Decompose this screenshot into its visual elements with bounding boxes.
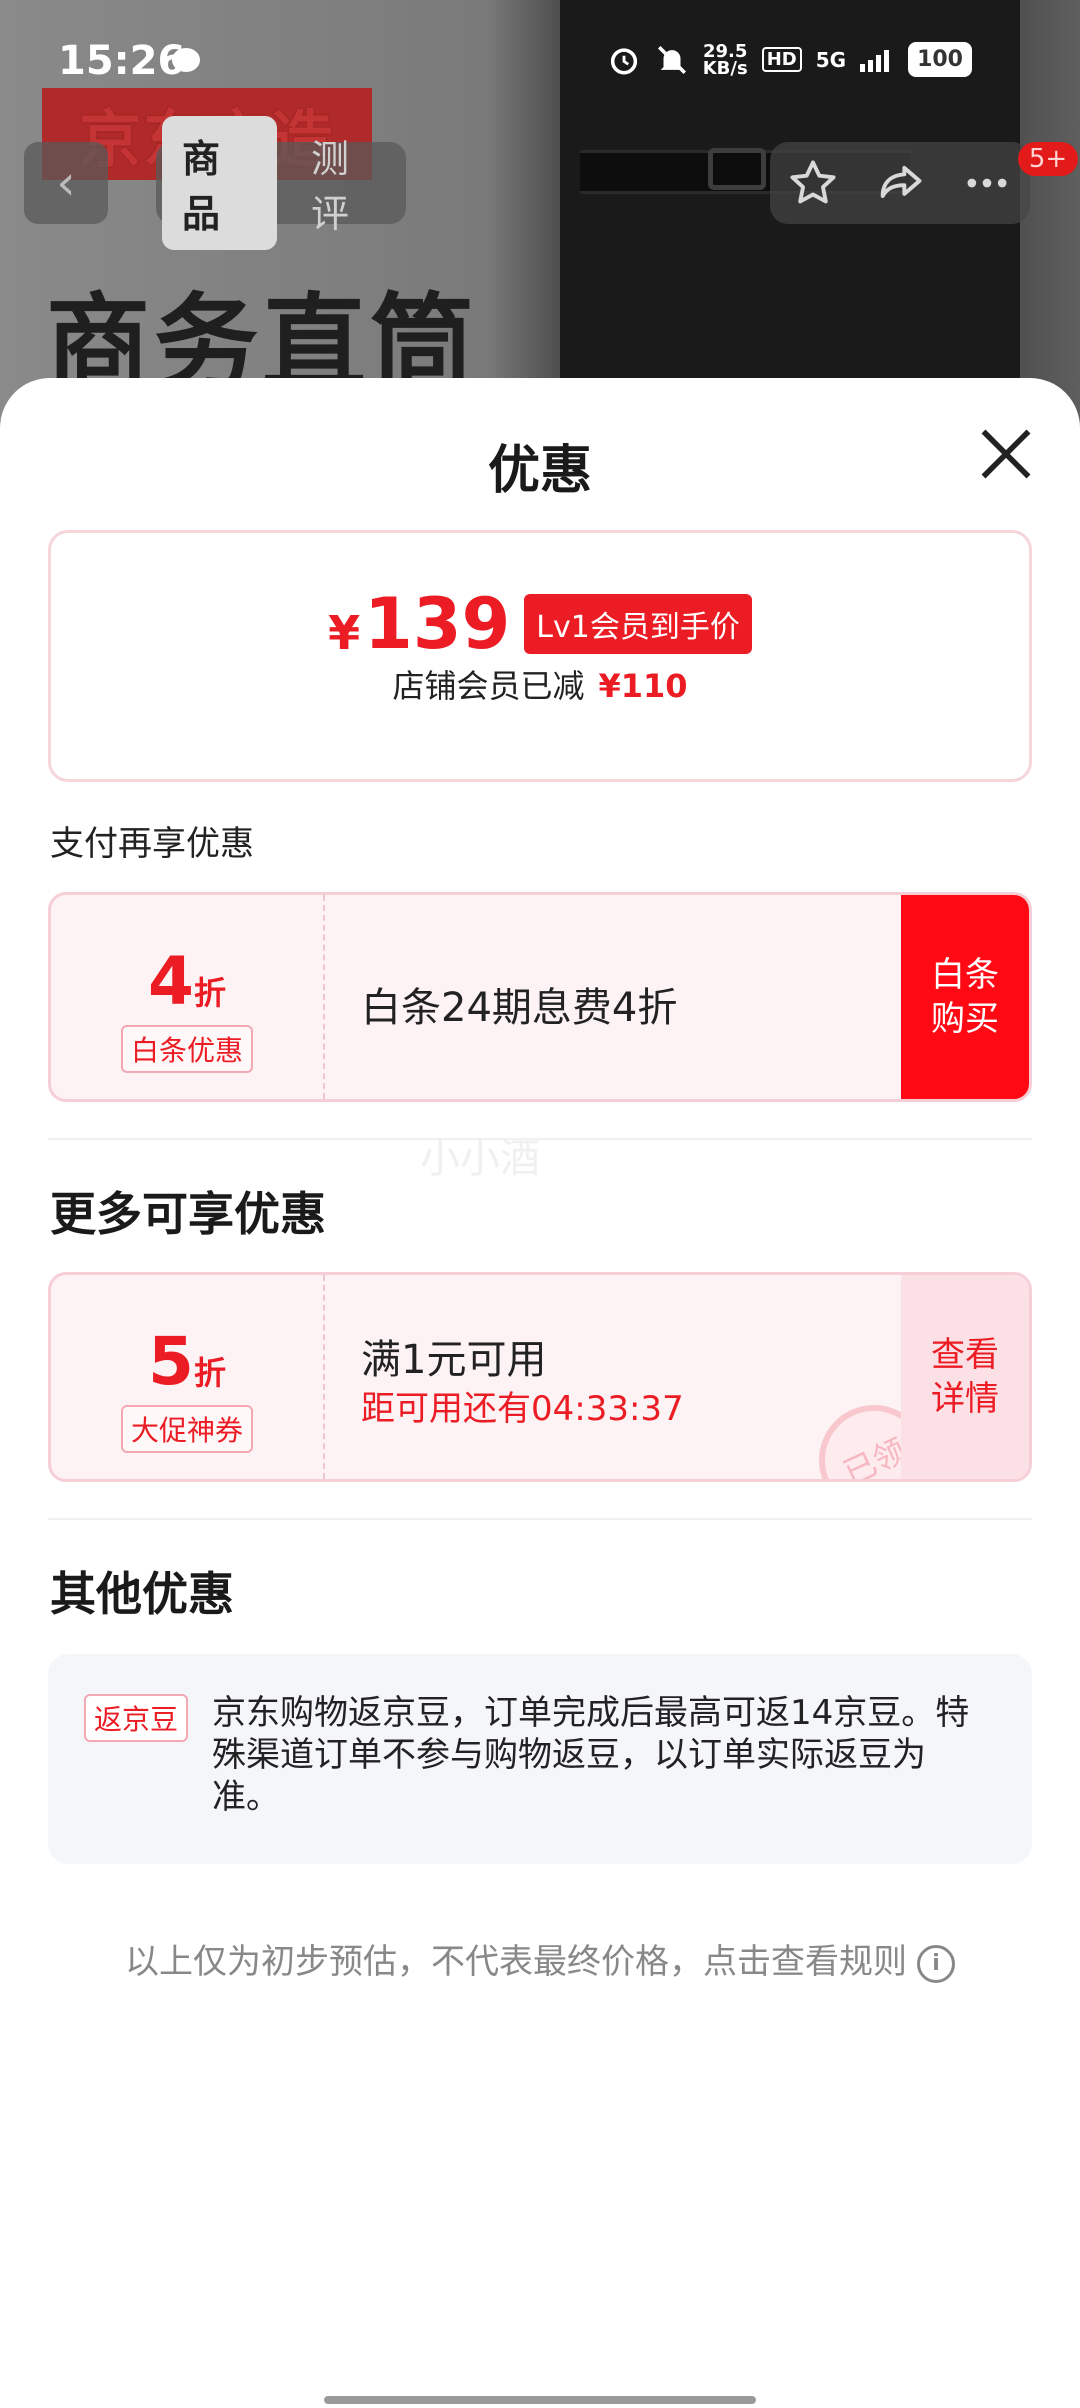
- disclaimer-text: 以上仅为初步预估，不代表最终价格，点击查看规则: [125, 1942, 907, 1982]
- signal-icon: [860, 49, 890, 72]
- battery-icon: 100: [908, 42, 972, 77]
- jingdou-text: 京东购物返京豆，订单完成后最高可返14京豆。特殊渠道订单不参与购物返豆，以订单实…: [212, 1693, 970, 1817]
- more-section-title: 更多可享优惠: [50, 1187, 326, 1241]
- price-sub-amount: ¥110: [598, 667, 688, 705]
- jingdou-tag: 返京豆: [84, 1694, 189, 1742]
- coupon-left: 5折 大促神券: [51, 1275, 325, 1479]
- view-details-button[interactable]: 查看 详情: [901, 1275, 1029, 1479]
- alarm-icon: [610, 47, 637, 75]
- price-disclaimer[interactable]: 以上仅为初步预估，不代表最终价格，点击查看规则 i: [0, 1934, 1080, 1983]
- discount-sheet: 优惠 ¥ 139 Lv1会员到手价 店铺会员已减 ¥110 支付再享优惠 4折 白…: [0, 378, 1080, 2408]
- more-badge: 5+: [1018, 142, 1078, 176]
- coupon-countdown: 距可用还有04:33:37: [361, 1389, 684, 1429]
- home-indicator[interactable]: [324, 2396, 756, 2404]
- coupon-discount: 4折: [148, 943, 226, 1020]
- info-icon[interactable]: i: [917, 1944, 955, 1983]
- price-card: ¥ 139 Lv1会员到手价 店铺会员已减 ¥110: [48, 530, 1032, 782]
- status-bar: 15:26 29.5 KB/s HD 5G 100: [0, 0, 1080, 120]
- coupon-description: 白条24期息费4折: [361, 985, 678, 1031]
- star-icon[interactable]: [787, 157, 839, 209]
- price-row: ¥ 139 Lv1会员到手价: [51, 583, 1029, 665]
- back-button[interactable]: ‹: [24, 142, 108, 224]
- close-icon[interactable]: [976, 424, 1036, 484]
- jingdou-rebate-card: 返京豆 京东购物返京豆，订单完成后最高可返14京豆。特殊渠道订单不参与购物返豆，…: [48, 1654, 1032, 1864]
- tab-review[interactable]: 测评: [291, 116, 406, 250]
- status-time: 15:26: [58, 38, 186, 84]
- watermark: 小小酒: [420, 1136, 540, 1182]
- more-coupon: 5折 大促神券 满1元可用 距可用还有04:33:37 已领 查看 详情: [48, 1272, 1032, 1482]
- message-icon: [172, 48, 200, 72]
- buckle-graphic: [708, 148, 766, 190]
- baitiao-buy-button[interactable]: 白条 购买: [901, 895, 1029, 1099]
- price-sub-label: 店铺会员已减: [392, 667, 585, 705]
- share-icon[interactable]: [874, 157, 926, 209]
- more-icon[interactable]: [961, 157, 1013, 209]
- currency-symbol: ¥: [328, 606, 361, 660]
- mute-bell-icon: [657, 45, 686, 74]
- price-value: 139: [364, 583, 511, 665]
- status-icons: 29.5 KB/s HD 5G 100: [607, 42, 972, 77]
- view-details-label: 查看 详情: [931, 1335, 999, 1419]
- network-speed: 29.5 KB/s: [702, 40, 748, 79]
- divider: [48, 1138, 1032, 1140]
- coupon-description: 满1元可用: [361, 1337, 547, 1383]
- coupon-tag: 白条优惠: [120, 1025, 254, 1073]
- other-section-title: 其他优惠: [50, 1567, 234, 1621]
- chevron-left-icon: ‹: [56, 155, 76, 211]
- coupon-tag: 大促神券: [120, 1405, 254, 1453]
- coupon-left: 4折 白条优惠: [51, 895, 325, 1099]
- hd-icon: HD: [761, 47, 802, 72]
- price-subtitle: 店铺会员已减 ¥110: [51, 661, 1029, 707]
- baitiao-buy-label: 白条 购买: [931, 955, 999, 1039]
- network-type: 5G: [815, 47, 847, 72]
- payment-section-label: 支付再享优惠: [50, 824, 254, 864]
- sheet-title: 优惠: [487, 441, 592, 501]
- tab-product[interactable]: 商品: [162, 116, 277, 250]
- nav-actions: [770, 142, 1030, 224]
- member-price-tag: Lv1会员到手价: [524, 594, 752, 654]
- payment-coupon: 4折 白条优惠 白条24期息费4折 白条 购买: [48, 892, 1032, 1102]
- divider: [48, 1518, 1032, 1520]
- nav-tabs: 商品 测评: [156, 116, 406, 250]
- coupon-discount: 5折: [148, 1323, 226, 1400]
